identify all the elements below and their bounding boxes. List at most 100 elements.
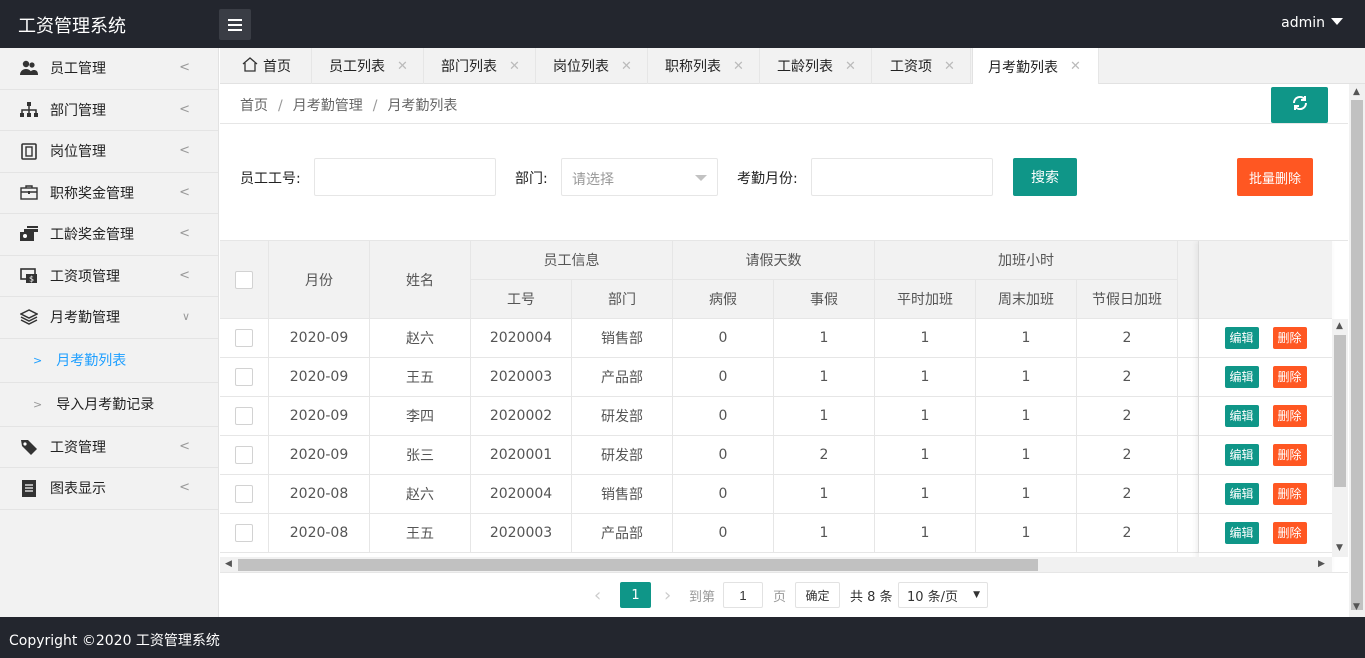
header-holiday-ot[interactable]: 节假日加班 (1077, 280, 1178, 319)
page-current[interactable]: 1 (620, 582, 651, 608)
tab-position-list[interactable]: 岗位列表 ✕ (536, 48, 648, 84)
breadcrumb-home[interactable]: 首页 (240, 98, 268, 114)
scroll-down-icon[interactable]: ▼ (1353, 602, 1360, 612)
divider (220, 123, 1348, 124)
sidebar-subitem-attendance-list[interactable]: > 月考勤列表 (0, 339, 218, 383)
sidebar-item-seniority-bonus[interactable]: 工龄奖金管理 < (0, 214, 218, 256)
row-checkbox[interactable] (235, 485, 253, 503)
scrollbar-thumb[interactable] (238, 559, 1038, 571)
cell-emp-no: 2020003 (471, 514, 572, 553)
scroll-right-icon[interactable]: ▶ (1318, 559, 1325, 569)
badge-icon (19, 142, 39, 160)
header-dept[interactable]: 部门 (572, 280, 673, 319)
row-checkbox[interactable] (235, 368, 253, 386)
row-select-cell (220, 358, 269, 397)
batch-delete-button[interactable]: 批量删除 (1237, 158, 1313, 196)
edit-button[interactable]: 编辑 (1224, 405, 1259, 427)
edit-button[interactable]: 编辑 (1224, 483, 1259, 505)
scrollbar-thumb[interactable] (1334, 335, 1346, 487)
close-icon[interactable]: ✕ (733, 59, 744, 74)
scroll-left-icon[interactable]: ◀ (225, 559, 232, 569)
goto-confirm-button[interactable]: 确定 (795, 582, 840, 608)
cell-dept: 研发部 (572, 397, 673, 436)
scroll-up-icon[interactable]: ▲ (1336, 321, 1343, 331)
row-checkbox[interactable] (235, 524, 253, 542)
emp-no-input[interactable] (314, 158, 496, 196)
edit-button[interactable]: 编辑 (1224, 522, 1259, 544)
edit-button[interactable]: 编辑 (1224, 444, 1259, 466)
tab-seniority-list[interactable]: 工龄列表 ✕ (760, 48, 872, 84)
cell-name: 赵六 (370, 319, 471, 358)
per-page-select[interactable]: 10 条/页 ▼ (898, 582, 988, 608)
sidebar-subitem-label: 月考勤列表 (56, 353, 127, 369)
sidebar-item-salary[interactable]: 工资管理 < (0, 427, 218, 468)
table-vertical-scrollbar[interactable]: ▲ ▼ (1332, 319, 1348, 557)
edit-button[interactable]: 编辑 (1224, 366, 1259, 388)
row-checkbox[interactable] (235, 407, 253, 425)
scrollbar-thumb[interactable] (1351, 100, 1363, 610)
sidebar-item-department[interactable]: 部门管理 < (0, 90, 218, 131)
header-weekday-ot[interactable]: 平时加班 (875, 280, 976, 319)
tab-attendance-list[interactable]: 月考勤列表 ✕ (972, 48, 1099, 85)
delete-button[interactable]: 删除 (1272, 366, 1307, 388)
cell-month: 2020-08 (269, 475, 370, 514)
search-button[interactable]: 搜索 (1013, 158, 1077, 196)
menu-toggle-button[interactable] (219, 9, 251, 40)
table-horizontal-scrollbar[interactable]: ◀ ▶ (220, 557, 1332, 572)
tab-salary-item[interactable]: 工资项 ✕ (872, 48, 971, 84)
next-page-icon[interactable]: › (664, 581, 671, 609)
breadcrumb-attendance[interactable]: 月考勤管理 (293, 98, 363, 114)
page-vertical-scrollbar[interactable]: ▲ ▼ (1349, 84, 1365, 617)
month-input[interactable] (811, 158, 993, 196)
header-month[interactable]: 月份 (269, 241, 370, 319)
close-icon[interactable]: ✕ (397, 59, 408, 74)
tab-home[interactable]: 首页 (220, 48, 312, 84)
delete-button[interactable]: 删除 (1272, 522, 1307, 544)
header-personal[interactable]: 事假 (774, 280, 875, 319)
tab-department-list[interactable]: 部门列表 ✕ (424, 48, 536, 84)
select-all-checkbox[interactable] (235, 270, 253, 289)
close-icon[interactable]: ✕ (1070, 59, 1081, 74)
edit-button[interactable]: 编辑 (1224, 327, 1259, 349)
delete-button[interactable]: 删除 (1272, 483, 1307, 505)
total-count: 共 8 条 (850, 589, 893, 605)
header-weekend-ot[interactable]: 周末加班 (976, 280, 1077, 319)
refresh-button[interactable] (1271, 87, 1328, 123)
chevron-left-icon: < (179, 60, 190, 75)
app-title: 工资管理系统 (18, 16, 126, 37)
tab-label: 首页 (263, 59, 291, 75)
sidebar-subitem-import-attendance[interactable]: > 导入月考勤记录 (0, 383, 218, 427)
close-icon[interactable]: ✕ (944, 59, 955, 74)
row-checkbox[interactable] (235, 446, 253, 464)
sidebar-item-charts[interactable]: 图表显示 < (0, 468, 218, 510)
sidebar-item-title-bonus[interactable]: 职称奖金管理 < (0, 173, 218, 214)
scroll-up-icon[interactable]: ▲ (1353, 87, 1360, 97)
tag-icon (19, 438, 39, 456)
user-menu[interactable]: admin (1281, 15, 1343, 31)
header-select-all-cell (220, 241, 269, 319)
sidebar-item-salary-item[interactable]: $ 工资项管理 < (0, 256, 218, 297)
delete-button[interactable]: 删除 (1272, 327, 1307, 349)
header-name[interactable]: 姓名 (370, 241, 471, 319)
goto-page-input[interactable] (723, 582, 763, 608)
tab-employee-list[interactable]: 员工列表 ✕ (312, 48, 424, 84)
delete-button[interactable]: 删除 (1272, 444, 1307, 466)
cell-holiday-ot: 2 (1077, 436, 1178, 475)
sidebar-item-position[interactable]: 岗位管理 < (0, 131, 218, 173)
close-icon[interactable]: ✕ (509, 59, 520, 74)
sidebar-item-attendance[interactable]: 月考勤管理 ∨ (0, 297, 218, 339)
tab-title-list[interactable]: 职称列表 ✕ (648, 48, 760, 84)
sidebar: 员工管理 < 部门管理 < 岗位管理 < 职称奖金管理 < 工龄奖金管理 < $… (0, 48, 219, 617)
sidebar-item-employee[interactable]: 员工管理 < (0, 48, 218, 90)
prev-page-icon[interactable]: ‹ (594, 581, 601, 609)
dept-select[interactable]: 请选择 (561, 158, 718, 196)
delete-button[interactable]: 删除 (1272, 405, 1307, 427)
header-spacer (1178, 241, 1199, 319)
breadcrumb-current: 月考勤列表 (387, 98, 458, 114)
header-sick[interactable]: 病假 (673, 280, 774, 319)
close-icon[interactable]: ✕ (621, 59, 632, 74)
row-checkbox[interactable] (235, 329, 253, 347)
scroll-down-icon[interactable]: ▼ (1336, 543, 1343, 553)
close-icon[interactable]: ✕ (845, 59, 856, 74)
header-emp-no[interactable]: 工号 (471, 280, 572, 319)
